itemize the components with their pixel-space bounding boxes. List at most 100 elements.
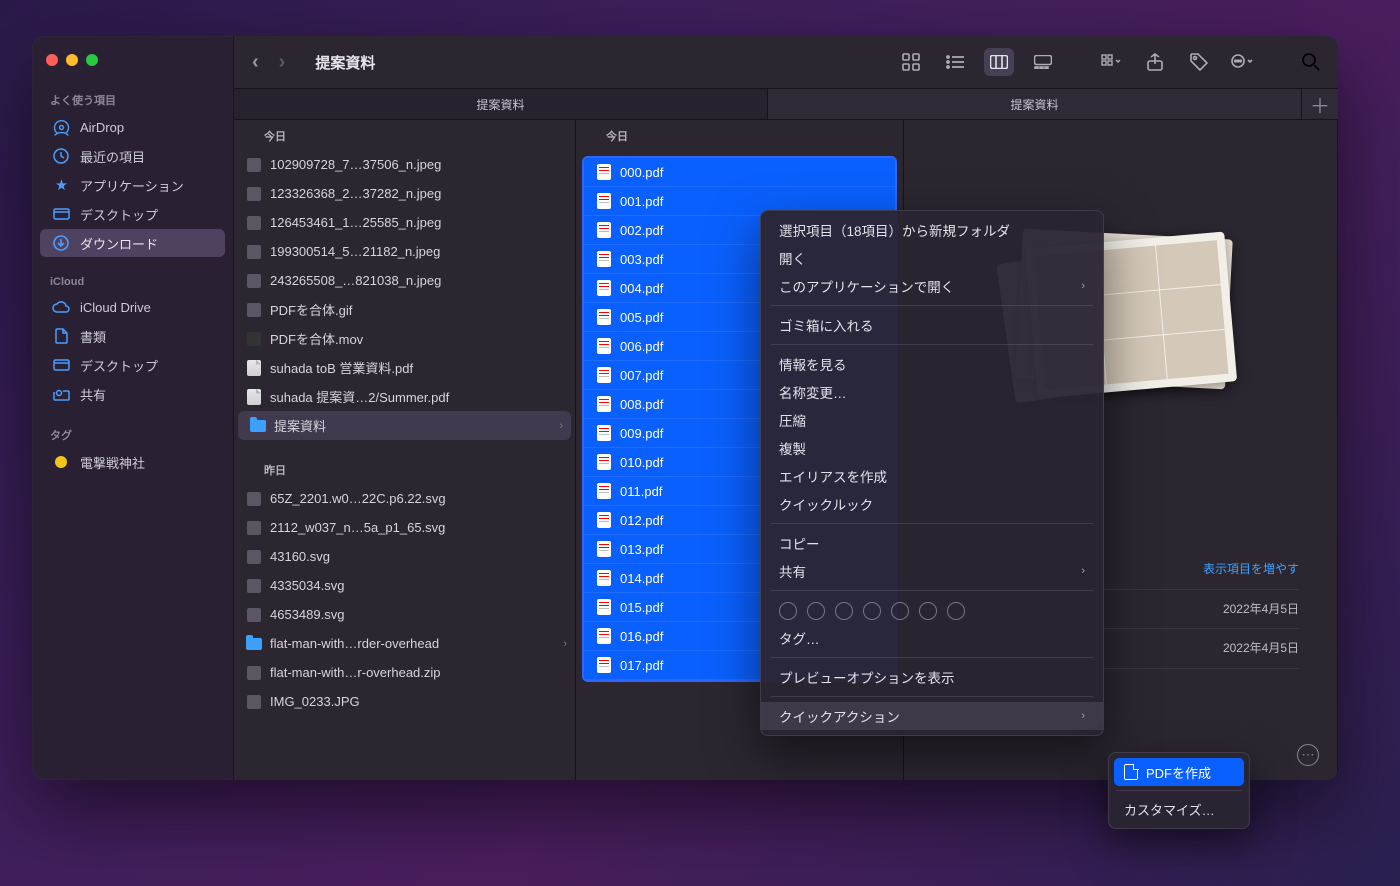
pdf-icon bbox=[596, 222, 612, 238]
tag-circle[interactable] bbox=[891, 602, 909, 620]
context-menu-item[interactable]: 開く bbox=[761, 244, 1103, 272]
file-row[interactable]: 102909728_7…37506_n.jpeg bbox=[234, 150, 575, 179]
pdf-icon bbox=[596, 541, 612, 557]
file-row[interactable]: 123326368_2…37282_n.jpeg bbox=[234, 179, 575, 208]
tag-yellow-icon bbox=[52, 456, 70, 468]
tag-circle[interactable] bbox=[919, 602, 937, 620]
svg-icon bbox=[246, 520, 262, 536]
file-row[interactable]: 43160.svg bbox=[234, 542, 575, 571]
file-name: 43160.svg bbox=[270, 549, 330, 564]
img-icon bbox=[246, 694, 262, 710]
file-row[interactable]: 65Z_2201.w0…22C.p6.22.svg bbox=[234, 484, 575, 513]
file-row[interactable]: flat-man-with…rder-overhead› bbox=[234, 629, 575, 658]
pdf-icon bbox=[246, 360, 262, 376]
file-row[interactable]: 243265508_…821038_n.jpeg bbox=[234, 266, 575, 295]
group-by-button[interactable] bbox=[1096, 48, 1126, 76]
sidebar-item-tag-yellow[interactable]: 電撃戦神社 bbox=[40, 448, 225, 476]
sidebar-item-airdrop[interactable]: AirDrop bbox=[40, 113, 225, 141]
pdf-icon bbox=[596, 309, 612, 325]
context-menu-item[interactable]: 圧縮 bbox=[761, 406, 1103, 434]
pdf-icon bbox=[596, 338, 612, 354]
context-menu-item[interactable]: クイックルック bbox=[761, 490, 1103, 518]
sidebar-item-apps[interactable]: アプリケーション bbox=[40, 171, 225, 199]
context-menu-item[interactable]: タグ… bbox=[761, 624, 1103, 652]
file-row[interactable]: suhada toB 営業資料.pdf bbox=[234, 353, 575, 382]
tag-circle[interactable] bbox=[807, 602, 825, 620]
forward-button[interactable]: › bbox=[279, 51, 286, 74]
context-menu-item[interactable]: ゴミ箱に入れる bbox=[761, 311, 1103, 339]
action-menu-button[interactable] bbox=[1228, 48, 1258, 76]
svg-icon bbox=[246, 607, 262, 623]
sidebar-item-desktop[interactable]: デスクトップ bbox=[40, 200, 225, 228]
context-menu-item[interactable]: 複製 bbox=[761, 434, 1103, 462]
file-row[interactable]: suhada 提案資…2/Summer.pdf bbox=[234, 382, 575, 411]
context-menu-item[interactable]: クイックアクション› bbox=[761, 702, 1103, 730]
tag-circle[interactable] bbox=[947, 602, 965, 620]
file-name: 008.pdf bbox=[620, 397, 663, 412]
new-tab-button[interactable]: ＋ bbox=[1302, 89, 1338, 119]
sidebar-item-doc[interactable]: 書類 bbox=[40, 322, 225, 350]
icon-view-button[interactable] bbox=[896, 48, 926, 76]
file-row[interactable]: PDFを合体.gif bbox=[234, 295, 575, 324]
back-button[interactable]: ‹ bbox=[252, 51, 259, 74]
column-1[interactable]: 今日102909728_7…37506_n.jpeg123326368_2…37… bbox=[234, 120, 576, 780]
context-menu-item[interactable]: このアプリケーションで開く› bbox=[761, 272, 1103, 300]
tab-0[interactable]: 提案資料 bbox=[234, 89, 768, 119]
context-menu-item[interactable]: 情報を見る bbox=[761, 350, 1103, 378]
file-row[interactable]: PDFを合体.mov bbox=[234, 324, 575, 353]
tags-button[interactable] bbox=[1184, 48, 1214, 76]
file-row[interactable]: 199300514_5…21182_n.jpeg bbox=[234, 237, 575, 266]
tag-circle[interactable] bbox=[863, 602, 881, 620]
zip-icon bbox=[246, 665, 262, 681]
context-menu-item[interactable]: コピー bbox=[761, 529, 1103, 557]
zoom-window-button[interactable] bbox=[86, 54, 98, 66]
tag-circle[interactable] bbox=[779, 602, 797, 620]
file-row[interactable]: 提案資料› bbox=[238, 411, 571, 440]
gallery-view-button[interactable] bbox=[1028, 48, 1058, 76]
file-name: 013.pdf bbox=[620, 542, 663, 557]
file-name: 002.pdf bbox=[620, 223, 663, 238]
file-row[interactable]: 4653489.svg bbox=[234, 600, 575, 629]
file-row[interactable]: 4335034.svg bbox=[234, 571, 575, 600]
share-button[interactable] bbox=[1140, 48, 1170, 76]
file-name: 123326368_2…37282_n.jpeg bbox=[270, 186, 441, 201]
file-row[interactable]: 126453461_1…25585_n.jpeg bbox=[234, 208, 575, 237]
file-name: PDFを合体.mov bbox=[270, 329, 363, 348]
file-row[interactable]: 000.pdf bbox=[584, 158, 895, 187]
close-window-button[interactable] bbox=[46, 54, 58, 66]
download-icon bbox=[52, 235, 70, 251]
context-menu-item[interactable]: 共有› bbox=[761, 557, 1103, 585]
sidebar-item-share[interactable]: 共有 bbox=[40, 380, 225, 408]
tab-bar: 提案資料 提案資料 ＋ bbox=[234, 88, 1338, 120]
tag-circle[interactable] bbox=[835, 602, 853, 620]
context-menu-item[interactable]: 選択項目（18項目）から新規フォルダ bbox=[761, 216, 1103, 244]
sidebar-item-label: デスクトップ bbox=[80, 356, 158, 375]
sidebar-item-desktop2[interactable]: デスクトップ bbox=[40, 351, 225, 379]
context-menu-item[interactable]: エイリアスを作成 bbox=[761, 462, 1103, 490]
sidebar-item-clock[interactable]: 最近の項目 bbox=[40, 142, 225, 170]
sidebar-item-download[interactable]: ダウンロード bbox=[40, 229, 225, 257]
file-row[interactable]: 2112_w037_n…5a_p1_65.svg bbox=[234, 513, 575, 542]
file-row[interactable]: IMG_0233.JPG bbox=[234, 687, 575, 716]
minimize-window-button[interactable] bbox=[66, 54, 78, 66]
sidebar-item-cloud[interactable]: iCloud Drive bbox=[40, 293, 225, 321]
search-button[interactable] bbox=[1296, 48, 1326, 76]
file-name: 004.pdf bbox=[620, 281, 663, 296]
list-view-button[interactable] bbox=[940, 48, 970, 76]
file-name: PDFを合体.gif bbox=[270, 300, 352, 319]
preview-more-button[interactable]: ⋯ bbox=[1297, 744, 1319, 766]
file-row[interactable]: flat-man-with…r-overhead.zip bbox=[234, 658, 575, 687]
finder-window: よく使う項目AirDrop最近の項目アプリケーションデスクトップダウンロードiC… bbox=[32, 36, 1338, 780]
tab-1[interactable]: 提案資料 bbox=[768, 89, 1302, 119]
file-name: 000.pdf bbox=[620, 165, 663, 180]
context-menu-item[interactable]: 名称変更… bbox=[761, 378, 1103, 406]
context-menu-item[interactable]: プレビューオプションを表示 bbox=[761, 663, 1103, 691]
pdf-icon bbox=[596, 251, 612, 267]
chevron-right-icon: › bbox=[563, 638, 567, 650]
customize-action[interactable]: カスタマイズ… bbox=[1114, 795, 1244, 823]
file-name: suhada 提案資…2/Summer.pdf bbox=[270, 387, 449, 406]
create-pdf-action[interactable]: PDFを作成 bbox=[1114, 758, 1244, 786]
sidebar-item-label: 共有 bbox=[80, 385, 106, 404]
column-view-button[interactable] bbox=[984, 48, 1014, 76]
pdf-icon bbox=[596, 425, 612, 441]
